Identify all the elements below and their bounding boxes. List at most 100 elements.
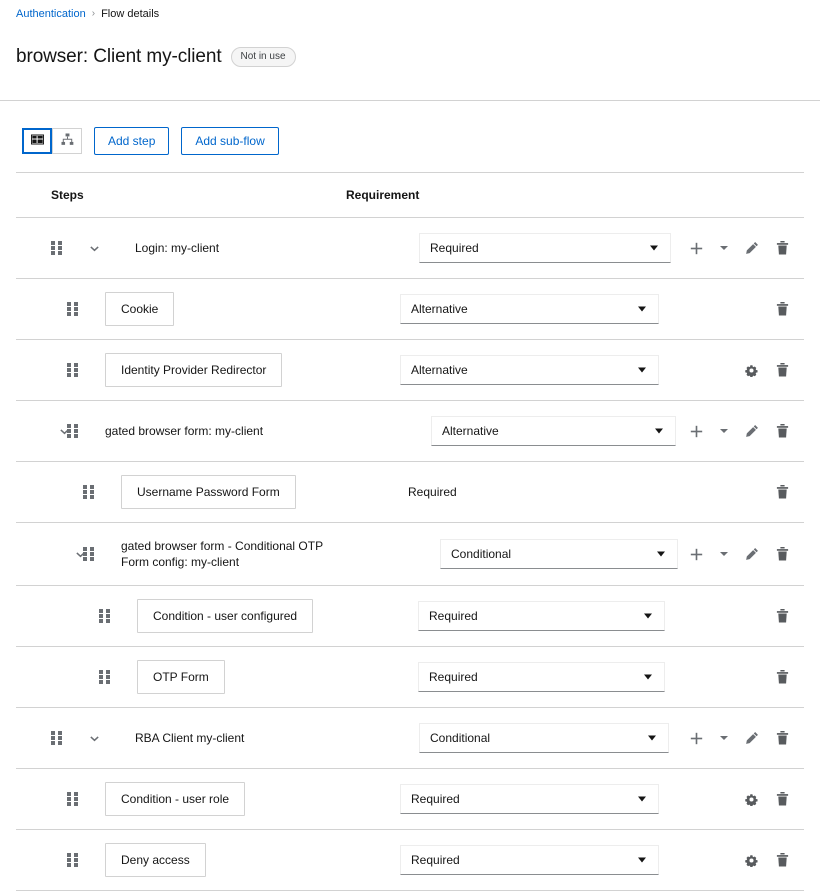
- trash-button[interactable]: [767, 663, 798, 691]
- requirement-static-text: Required: [408, 485, 457, 500]
- step-execution-box[interactable]: Identity Provider Redirector: [105, 353, 283, 388]
- step-execution-box[interactable]: Condition - user configured: [137, 599, 314, 634]
- requirement-select[interactable]: Required: [400, 845, 659, 876]
- trash-button[interactable]: [767, 540, 798, 568]
- pencil-button[interactable]: [736, 724, 767, 752]
- trash-button[interactable]: [767, 846, 798, 874]
- pencil-icon: [745, 241, 759, 255]
- drag-handle-icon[interactable]: [99, 669, 110, 685]
- row-actions: [681, 540, 804, 568]
- plus-button[interactable]: [681, 540, 712, 568]
- caret-down-button[interactable]: [712, 417, 736, 445]
- drag-handle-icon[interactable]: [67, 301, 78, 317]
- gear-button[interactable]: [736, 356, 767, 384]
- trash-button[interactable]: [767, 602, 798, 630]
- plus-button[interactable]: [681, 234, 712, 262]
- trash-button[interactable]: [767, 295, 798, 323]
- requirement-select[interactable]: Required: [418, 601, 665, 632]
- trash-button[interactable]: [767, 356, 798, 384]
- trash-icon: [776, 792, 789, 806]
- requirement-select[interactable]: Alternative: [400, 294, 659, 325]
- caret-down-button[interactable]: [712, 540, 736, 568]
- trash-icon: [776, 424, 789, 438]
- drag-handle-icon[interactable]: [67, 791, 78, 807]
- expand-chevron-down-icon[interactable]: [71, 545, 89, 563]
- step-execution-box[interactable]: OTP Form: [137, 660, 225, 695]
- status-badge: Not in use: [230, 46, 296, 67]
- drag-handle-icon[interactable]: [67, 362, 78, 378]
- row-actions: [767, 663, 804, 691]
- table-header-row: Steps Requirement: [16, 173, 804, 217]
- table-view-icon: [30, 133, 44, 149]
- trash-button[interactable]: [767, 478, 798, 506]
- trash-button[interactable]: [767, 234, 798, 262]
- step-label-wrap: gated browser form - Conditional OTP For…: [75, 538, 353, 570]
- drag-handle-icon[interactable]: [51, 240, 62, 256]
- requirement-select-value: Required: [429, 609, 478, 624]
- requirement-cell: Required: [400, 233, 681, 264]
- step-label-wrap: Username Password Form: [121, 475, 296, 510]
- step-execution-box[interactable]: Cookie: [105, 292, 175, 327]
- pencil-button[interactable]: [736, 540, 767, 568]
- subflow-label: Login: my-client: [135, 241, 220, 256]
- pencil-button[interactable]: [736, 234, 767, 262]
- subflow-label: gated browser form - Conditional OTP For…: [121, 539, 323, 570]
- gear-button[interactable]: [736, 785, 767, 813]
- breadcrumb-current-flow-details: Flow details: [101, 8, 160, 20]
- row-actions: [681, 417, 804, 445]
- table-body: Login: my-client Required Cookie Alternativ…: [16, 217, 804, 890]
- gear-button[interactable]: [736, 846, 767, 874]
- step-cell: Condition - user configured: [16, 599, 400, 634]
- row-actions: [767, 602, 804, 630]
- add-step-button[interactable]: Add step: [94, 127, 170, 156]
- pencil-button[interactable]: [736, 417, 767, 445]
- page-title: browser: Client my-client: [16, 45, 222, 67]
- step-execution-box[interactable]: Username Password Form: [121, 475, 296, 510]
- trash-button[interactable]: [767, 785, 798, 813]
- plus-button[interactable]: [681, 417, 712, 445]
- requirement-select-value: Required: [411, 792, 460, 807]
- add-subflow-button[interactable]: Add sub-flow: [181, 127, 279, 156]
- trash-icon: [776, 485, 789, 499]
- requirement-select[interactable]: Conditional: [419, 723, 669, 754]
- diagram-view-icon: [60, 133, 74, 149]
- step-execution-box[interactable]: Condition - user role: [105, 782, 246, 817]
- requirement-select[interactable]: Alternative: [400, 355, 659, 386]
- step-label-wrap: Condition - user role: [105, 782, 246, 817]
- expand-chevron-down-icon[interactable]: [85, 239, 103, 257]
- requirement-select[interactable]: Required: [418, 662, 665, 693]
- step-cell: OTP Form: [16, 660, 400, 695]
- trash-button[interactable]: [767, 417, 798, 445]
- requirement-select-value: Conditional: [451, 547, 512, 562]
- requirement-cell: Conditional: [400, 723, 681, 754]
- expand-chevron-down-icon[interactable]: [55, 422, 73, 440]
- plus-button[interactable]: [681, 724, 712, 752]
- step-execution-box[interactable]: Deny access: [105, 843, 206, 878]
- drag-handle-icon[interactable]: [83, 484, 94, 500]
- table-view-toggle[interactable]: [22, 128, 52, 155]
- diagram-view-toggle[interactable]: [52, 128, 82, 155]
- subflow-label: RBA Client my-client: [135, 731, 245, 746]
- trash-button[interactable]: [767, 724, 798, 752]
- caret-down-button[interactable]: [712, 724, 736, 752]
- requirement-select[interactable]: Conditional: [440, 539, 678, 570]
- drag-handle-icon[interactable]: [67, 852, 78, 868]
- requirement-select[interactable]: Alternative: [431, 416, 676, 447]
- row-actions: [681, 234, 804, 262]
- drag-handle-icon[interactable]: [99, 608, 110, 624]
- expand-chevron-down-icon[interactable]: [85, 729, 103, 747]
- table-row: Username Password Form Required: [16, 461, 804, 522]
- select-caret-down-icon: [648, 735, 656, 741]
- requirement-cell: Required: [400, 601, 767, 632]
- header-divider: [0, 100, 820, 102]
- requirement-select-value: Alternative: [411, 302, 468, 317]
- breadcrumb-link-authentication[interactable]: Authentication: [16, 6, 86, 22]
- plus-icon: [690, 425, 703, 438]
- row-actions: [736, 785, 804, 813]
- requirement-select[interactable]: Required: [400, 784, 659, 815]
- drag-handle-icon[interactable]: [51, 730, 62, 746]
- caret-down-button[interactable]: [712, 234, 736, 262]
- requirement-select[interactable]: Required: [419, 233, 671, 264]
- select-caret-down-icon: [638, 857, 646, 863]
- table-row: Deny access Required: [16, 829, 804, 890]
